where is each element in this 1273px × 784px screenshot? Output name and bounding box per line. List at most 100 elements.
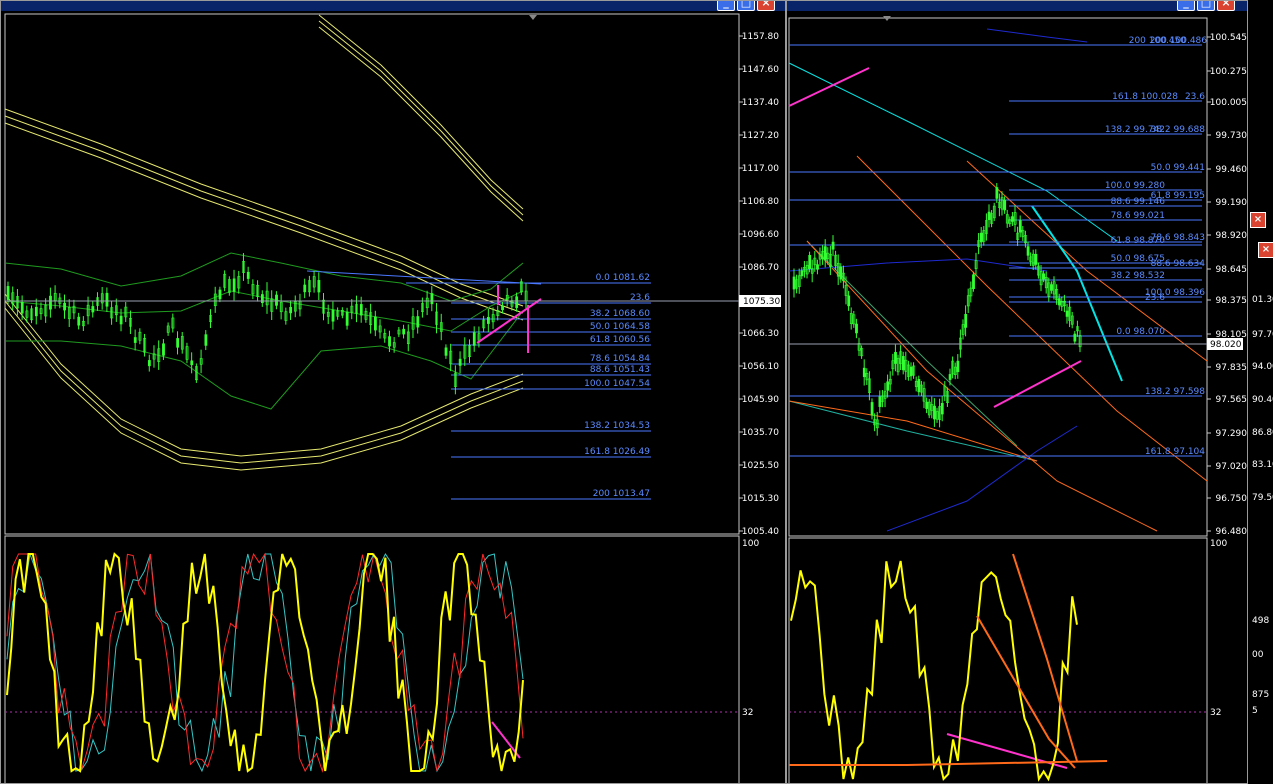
candle-body xyxy=(1073,333,1077,342)
candle-body xyxy=(894,351,897,364)
candle-body xyxy=(870,402,874,416)
fib-level-label: 50.0 1064.58 xyxy=(590,322,650,332)
candle-body xyxy=(458,358,462,366)
price-scale-label: 1096.60 xyxy=(742,230,779,240)
price-scale-label: 1106.80 xyxy=(742,197,779,207)
trendline-annotation[interactable] xyxy=(788,67,870,107)
price-scale-label: 99.190 xyxy=(1216,198,1248,208)
osc-scale-label: 100 xyxy=(1210,539,1227,549)
candle-body xyxy=(232,278,236,292)
candle-body xyxy=(1042,273,1046,280)
right-chart-canvas[interactable]: 200 100.450200 100.486161.8 100.028 23.61… xyxy=(787,1,1248,784)
current-price-label: 1075.30 xyxy=(743,297,780,307)
candle-body xyxy=(917,379,921,393)
stoch-fast-line xyxy=(6,552,524,773)
fib-level-label: 161.8 1026.49 xyxy=(584,447,650,457)
candle-body xyxy=(176,338,180,348)
candle-body xyxy=(995,187,999,199)
candle-body xyxy=(63,302,67,311)
left-chart-canvas[interactable]: 0.0 1081.6223.638.2 1068.6050.0 1064.586… xyxy=(1,1,786,784)
fib-level-label: 100.0 1047.54 xyxy=(584,379,650,389)
lower-channel xyxy=(4,300,524,464)
candle-body xyxy=(979,232,983,243)
price-scale-label: 100.275 xyxy=(1210,67,1247,77)
bb-middle xyxy=(4,290,524,332)
bg-close-button[interactable]: × xyxy=(1258,242,1273,258)
trend-line-cyan-thin xyxy=(788,62,1118,242)
price-scale-label: 96.750 xyxy=(1216,494,1248,504)
price-scale-label: 97.565 xyxy=(1216,395,1248,405)
bg-close-button[interactable]: × xyxy=(1250,212,1266,228)
candle-body xyxy=(275,294,278,306)
upper-channel xyxy=(318,20,524,216)
candle-body xyxy=(909,366,913,377)
stochastic-oscillator xyxy=(789,553,1108,782)
fib-level-label: 38.2 99.688 xyxy=(1151,125,1206,135)
candle-body xyxy=(472,332,476,346)
candlesticks xyxy=(792,183,1082,436)
price-scale-label: 100.005 xyxy=(1210,98,1247,108)
stoch-main-line xyxy=(6,552,524,773)
osc-scale-label: 100 xyxy=(742,539,759,549)
candle-body xyxy=(147,360,151,367)
price-scale: 1157.80 1147.60 1137.40 1127.20 1117.00 1106.… xyxy=(739,32,779,537)
candle-body xyxy=(925,401,929,409)
bg-osc-label: 875 xyxy=(1252,690,1270,700)
channel-lines xyxy=(4,14,524,471)
price-scale-label: 97.020 xyxy=(1216,462,1248,472)
candle-body xyxy=(956,360,960,373)
candle-body xyxy=(430,293,434,305)
candle-body xyxy=(133,337,137,343)
trendline-annotation[interactable] xyxy=(993,360,1082,408)
middle-channel xyxy=(4,122,524,321)
trendline-annotation[interactable] xyxy=(476,298,542,344)
upper-channel xyxy=(318,14,524,210)
candle-body xyxy=(1018,220,1022,233)
fibonacci-levels: 0.0 1081.6223.638.2 1068.6050.0 1064.586… xyxy=(306,270,651,500)
trend-line-teal xyxy=(788,400,1038,462)
bg-osc-label: 00 xyxy=(1252,650,1264,660)
fib-level-label: 138.2 1034.53 xyxy=(584,421,650,431)
fib-level-label: 88.6 98.634 xyxy=(1151,259,1206,269)
bg-price-label: 01.30 xyxy=(1252,295,1273,305)
middle-channel xyxy=(4,108,524,307)
price-scale-label: 1117.00 xyxy=(742,164,779,174)
candle-body xyxy=(987,211,991,220)
osc-trend-line xyxy=(789,760,1108,766)
candle-body xyxy=(1050,284,1053,291)
fib-level-label: 200 1013.47 xyxy=(593,489,650,499)
candle-body xyxy=(49,295,52,310)
candlesticks xyxy=(6,253,528,395)
fib-level-label: 100.0 99.280 xyxy=(1105,181,1165,191)
candle-body xyxy=(402,328,406,335)
left-chart-window: _ □ × 0.0 1081.62 23.6 38.2 1068.60 50.0 10… xyxy=(0,0,786,784)
fib-level-label: 161.8 97.104 xyxy=(1145,447,1205,457)
candle-body xyxy=(948,374,952,380)
price-scale-label: 1157.80 xyxy=(742,32,779,42)
price-scale-label: 1127.20 xyxy=(742,131,779,141)
candle-body xyxy=(972,274,975,289)
price-scale-label: 1066.30 xyxy=(742,329,779,339)
candle-body xyxy=(515,296,519,308)
fib-level-label: 38.2 98.532 xyxy=(1111,271,1165,281)
candle-body xyxy=(839,266,843,280)
shift-marker-icon[interactable] xyxy=(529,15,537,20)
candle-body xyxy=(190,360,194,366)
candle-body xyxy=(374,316,377,331)
candle-body xyxy=(162,343,165,356)
candle-body xyxy=(1034,253,1038,265)
candle-body xyxy=(20,301,24,314)
fib-level-label: 38.2 1068.60 xyxy=(590,309,650,319)
price-scale-label: 97.835 xyxy=(1216,363,1248,373)
candle-body xyxy=(964,313,968,328)
candle-body xyxy=(933,405,936,420)
price-scale-label: 98.375 xyxy=(1216,296,1248,306)
candle-body xyxy=(1057,298,1061,306)
price-scale-label: 1025.50 xyxy=(742,461,779,471)
bg-price-label: 86.80 xyxy=(1252,428,1273,438)
fib-level-label: 78.6 98.843 xyxy=(1151,233,1205,243)
candle-body xyxy=(1065,310,1069,317)
candle-body xyxy=(34,306,38,317)
bg-price-label: 97.70 xyxy=(1252,330,1273,340)
candle-body xyxy=(800,270,804,277)
